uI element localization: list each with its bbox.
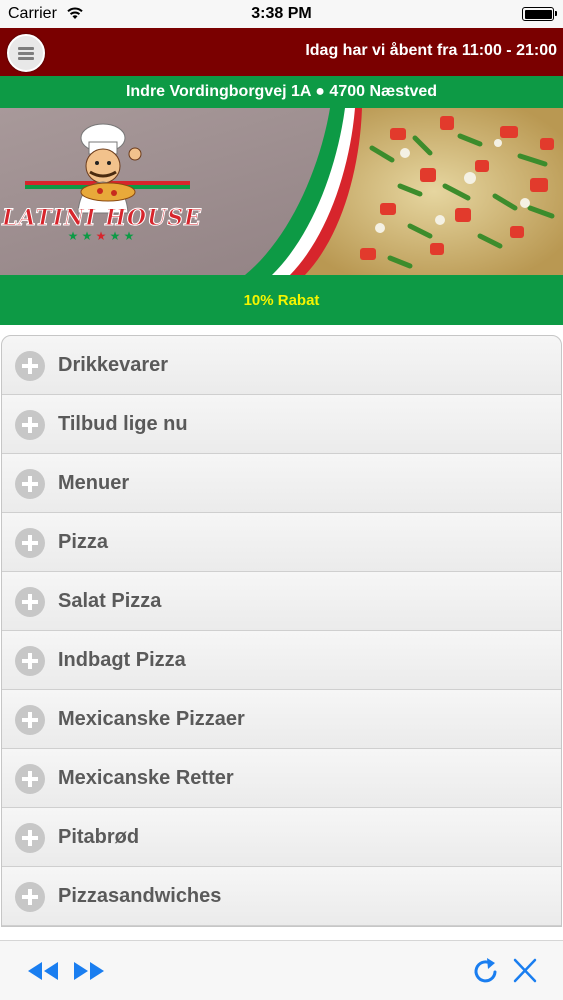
svg-text:★: ★ [68,229,79,243]
logo-text: LATINI HOUSE [1,205,202,231]
category-label: Pizza [58,531,109,553]
status-time: 3:38 PM [251,5,312,22]
opening-hours: Idag har vi åbent fra 11:00 - 21:00 [305,42,557,59]
fast-forward-icon[interactable] [72,955,106,987]
rewind-icon[interactable] [26,955,60,987]
category-item[interactable]: Salat Pizza [2,572,561,631]
category-label: Mexicanske Pizzaer [58,708,245,730]
status-bar: Carrier 3:38 PM [0,0,563,28]
category-item[interactable]: Drikkevarer [2,336,561,395]
category-item[interactable]: Pizza [2,513,561,572]
svg-text:★: ★ [82,229,93,243]
plus-circle-icon [15,351,45,381]
plus-circle-icon [15,882,45,912]
bottom-toolbar [0,940,563,1000]
plus-circle-icon [15,764,45,794]
category-label: Salat Pizza [58,590,162,612]
category-item[interactable]: Tilbud lige nu [2,395,561,454]
category-label: Pizzasandwiches [58,885,222,907]
plus-circle-icon [15,528,45,558]
category-label: Drikkevarer [58,354,169,376]
category-item[interactable]: Menuer [2,454,561,513]
category-item[interactable]: Pitabrød [2,808,561,867]
battery-icon [522,7,557,21]
category-label: Indbagt Pizza [58,649,186,671]
plus-circle-icon [15,410,45,440]
menu-category-list: Drikkevarer Tilbud lige nu Menuer Pizza Sala… [0,335,563,940]
plus-circle-icon [15,469,45,499]
discount-banner: 10% Rabat [0,275,563,325]
plus-circle-icon [15,587,45,617]
refresh-icon[interactable] [470,955,502,987]
category-label: Tilbud lige nu [58,413,188,435]
plus-circle-icon [15,646,45,676]
hamburger-menu-icon[interactable] [7,34,45,72]
svg-text:★: ★ [96,229,107,243]
restaurant-banner: LATINI HOUSE ★ ★ ★ ★ ★ [0,108,563,275]
top-bar: Idag har vi åbent fra 11:00 - 21:00 [0,28,563,76]
plus-circle-icon [15,705,45,735]
category-label: Mexicanske Retter [58,767,234,789]
svg-text:★: ★ [110,229,121,243]
category-item[interactable]: Indbagt Pizza [2,631,561,690]
category-item[interactable]: Mexicanske Pizzaer [2,690,561,749]
plus-circle-icon [15,823,45,853]
category-item[interactable]: Mexicanske Retter [2,749,561,808]
close-icon[interactable] [510,955,540,987]
address-bar: Indre Vordingborgvej 1A ● 4700 Næstved [0,76,563,108]
svg-text:★: ★ [124,229,135,243]
category-item[interactable]: Pizzasandwiches [2,867,561,926]
category-label: Pitabrød [58,826,140,848]
category-label: Menuer [58,472,130,494]
